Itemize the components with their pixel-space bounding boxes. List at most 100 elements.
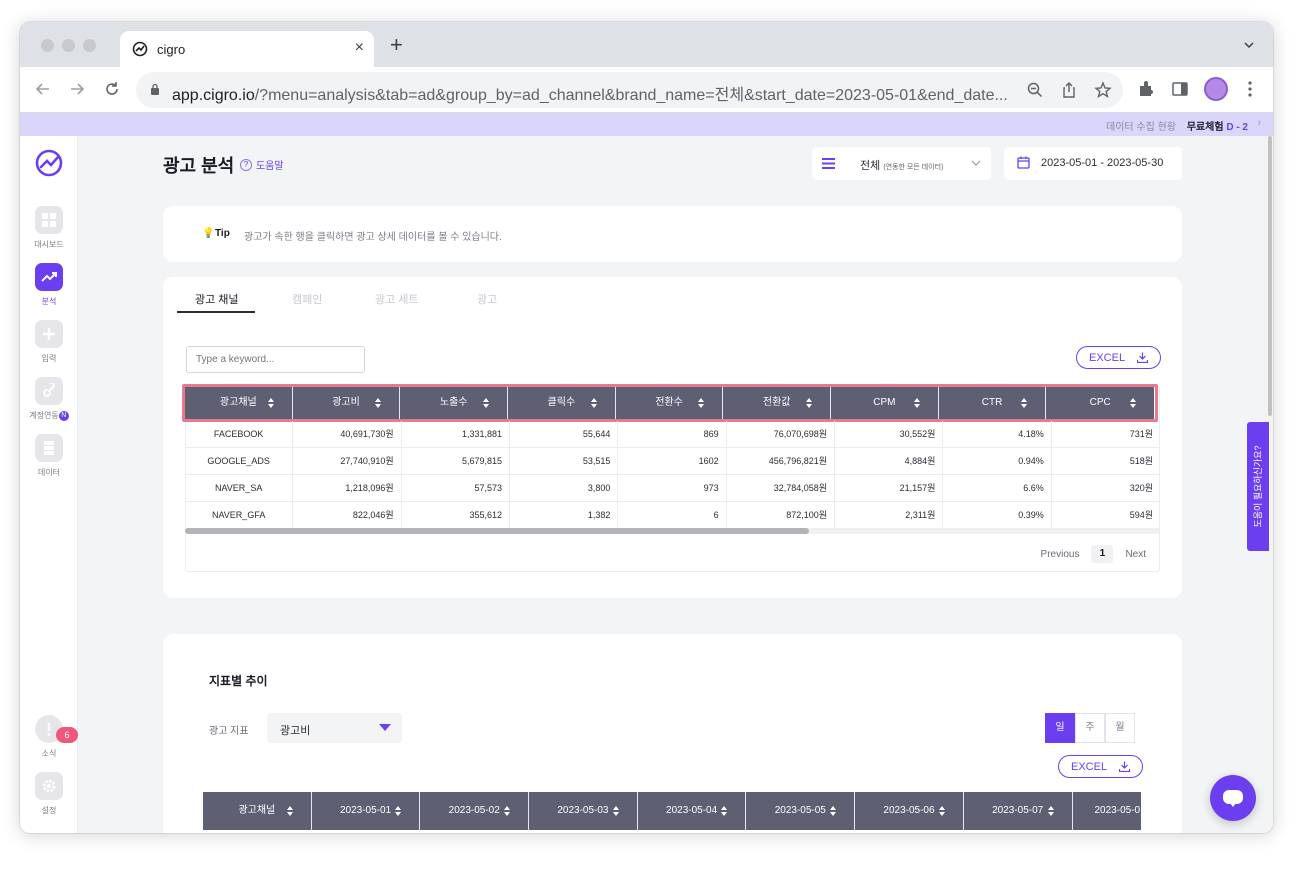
lock-icon [151,83,159,95]
trend-excel-download-button[interactable]: EXCEL [1058,755,1144,778]
metric-select-value: 광고비 [280,725,311,737]
table-cell: 594원 [1129,510,1154,520]
new-tab-button[interactable]: + [390,34,403,56]
sidebar-item-analysis[interactable]: 분석 [20,263,78,307]
sort-icon [286,806,293,816]
address-bar[interactable]: app.cigro.io/?menu=analysis&tab=ad&group… [136,72,1123,108]
table-row[interactable]: NAVER_SA 1,218,096원 57,573 3,800 973 32,… [185,475,1160,502]
previous-page-button[interactable]: Previous [1041,549,1080,560]
sidebar-item-settings[interactable]: 설정 [20,772,78,816]
free-trial-link[interactable]: 무료체험 D - 2 [1187,118,1248,133]
sidebar-item-label: 입력 [41,354,57,363]
table-cell: 76,070,698원 [727,421,836,447]
table-row[interactable]: FACEBOOK 40,691,730원 1,331,881 55,644 86… [185,421,1160,448]
side-panel-icon[interactable] [1170,79,1190,99]
metric-select[interactable]: 광고비 [267,713,402,743]
extensions-icon[interactable] [1136,79,1156,99]
table-cell: 973 [618,475,727,501]
gear-icon [35,772,63,800]
sort-icon [395,806,402,816]
sidebar-item-label: 소식 [41,749,57,758]
help-link[interactable]: ? 도움말 [240,157,284,172]
table-cell: 6.6% [943,475,1052,501]
zoom-icon[interactable] [1026,81,1044,99]
table-cell: GOOGLE_ADS [185,448,294,474]
excel-download-button[interactable]: EXCEL [1076,346,1162,369]
tab-search-chevron-icon[interactable] [1243,39,1255,51]
back-icon[interactable] [33,79,53,99]
brand-select[interactable]: 전체 (연동한 모든 데이터) [812,147,991,180]
table-cell: FACEBOOK [185,421,294,447]
trend-column-date[interactable]: 2023-05-02 [420,792,530,830]
table-cell: 0.39% [943,502,1052,528]
table-row[interactable]: NAVER_GFA 822,046원 355,612 1,382 6 872,1… [185,502,1160,529]
tab-close-icon[interactable]: × [355,39,364,57]
chat-button[interactable] [1210,775,1256,821]
chevron-right-icon[interactable]: › [1257,117,1261,129]
section-title: 지표별 추이 [209,674,268,688]
table-cell: NAVER_SA [185,475,294,501]
plus-icon [35,320,63,348]
trend-column-date[interactable]: 2023-05-05 [746,792,856,830]
keyword-search-input[interactable] [186,346,365,373]
trend-column-date[interactable]: 2023-05-0 [1073,792,1142,830]
url-text[interactable]: app.cigro.io/?menu=analysis&tab=ad&group… [172,81,1012,105]
trend-column-date[interactable]: 2023-05-04 [638,792,747,830]
table-cell: 4.18% [943,421,1052,447]
sidebar-item-dashboard[interactable]: 대시보드 [20,206,78,250]
browser-tab[interactable]: cigro × [120,31,374,67]
table-cell: NAVER_GFA [185,502,294,528]
trend-column-date[interactable]: 2023-05-06 [855,792,964,830]
table-cell: 731원 [1129,429,1154,439]
data-collection-status-link[interactable]: 데이터 수집 현황 [1106,118,1176,133]
trend-column-date[interactable]: 2023-05-07 [964,792,1073,830]
table-cell: 3,800 [510,475,619,501]
browser-window: cigro × + app.cigro.io/?menu=analysis&ta… [20,22,1273,833]
bookmark-star-icon[interactable] [1094,81,1112,99]
tip-text: 광고가 속한 행을 클릭하면 광고 상세 데이터를 볼 수 있습니다. [244,232,502,243]
forward-icon[interactable] [67,79,87,99]
help-side-tab[interactable]: 도움이 필요하신가요? [1247,422,1269,551]
window-controls[interactable] [41,39,96,52]
sort-icon [938,806,945,816]
page-number-button[interactable]: 1 [1091,545,1114,563]
brand-select-value: 전체 [860,160,881,172]
trend-column-date[interactable]: 2023-05-01 [312,792,421,830]
trend-column-date[interactable]: 2023-05-03 [529,792,638,830]
sidebar-item-input[interactable]: 입력 [20,320,78,364]
period-month-button[interactable]: 월 [1105,713,1135,743]
share-icon[interactable] [1060,81,1078,99]
minimize-window-button[interactable] [62,39,75,52]
trend-column-ad-channel[interactable]: 광고채널 [203,792,312,830]
sidebar-item-label: 데이터 [37,468,61,477]
tab-ad[interactable]: 광고 [477,291,497,307]
period-day-button[interactable]: 일 [1045,713,1075,743]
close-window-button[interactable] [41,39,54,52]
reload-icon[interactable] [102,79,122,99]
sidebar-item-label: 계정연동 [29,411,59,420]
sidebar-item-data[interactable]: 데이터 [20,434,78,478]
sort-icon [830,806,837,816]
period-week-button[interactable]: 주 [1075,713,1105,743]
next-page-button[interactable]: Next [1125,549,1146,560]
table-cell: 1602 [618,448,727,474]
sort-icon [721,806,728,816]
browser-menu-icon[interactable] [1240,79,1260,99]
zoom-window-button[interactable] [83,39,96,52]
tab-ad-set[interactable]: 광고 세트 [375,291,419,307]
active-tab-indicator [177,311,255,313]
table-cell: 872,100원 [727,502,836,528]
menu-list-icon [822,158,835,169]
tab-title: cigro [157,42,186,57]
help-question-icon: ? [240,158,252,171]
sidebar-item-account-link[interactable]: 계정연동 N [20,377,78,421]
tab-campaign[interactable]: 캠페인 [292,291,322,307]
cigro-logo[interactable] [34,148,64,178]
tab-ad-channel[interactable]: 광고 채널 [195,291,239,307]
profile-avatar[interactable] [1204,77,1228,101]
sidebar-item-label: 설정 [41,806,57,815]
date-range-picker[interactable]: 2023-05-01 - 2023-05-30 [1004,147,1182,180]
table-horizontal-scrollbar[interactable] [185,528,1159,534]
table-row[interactable]: GOOGLE_ADS 27,740,910원 5,679,815 53,515 … [185,448,1160,475]
table-cell: 53,515 [510,448,619,474]
